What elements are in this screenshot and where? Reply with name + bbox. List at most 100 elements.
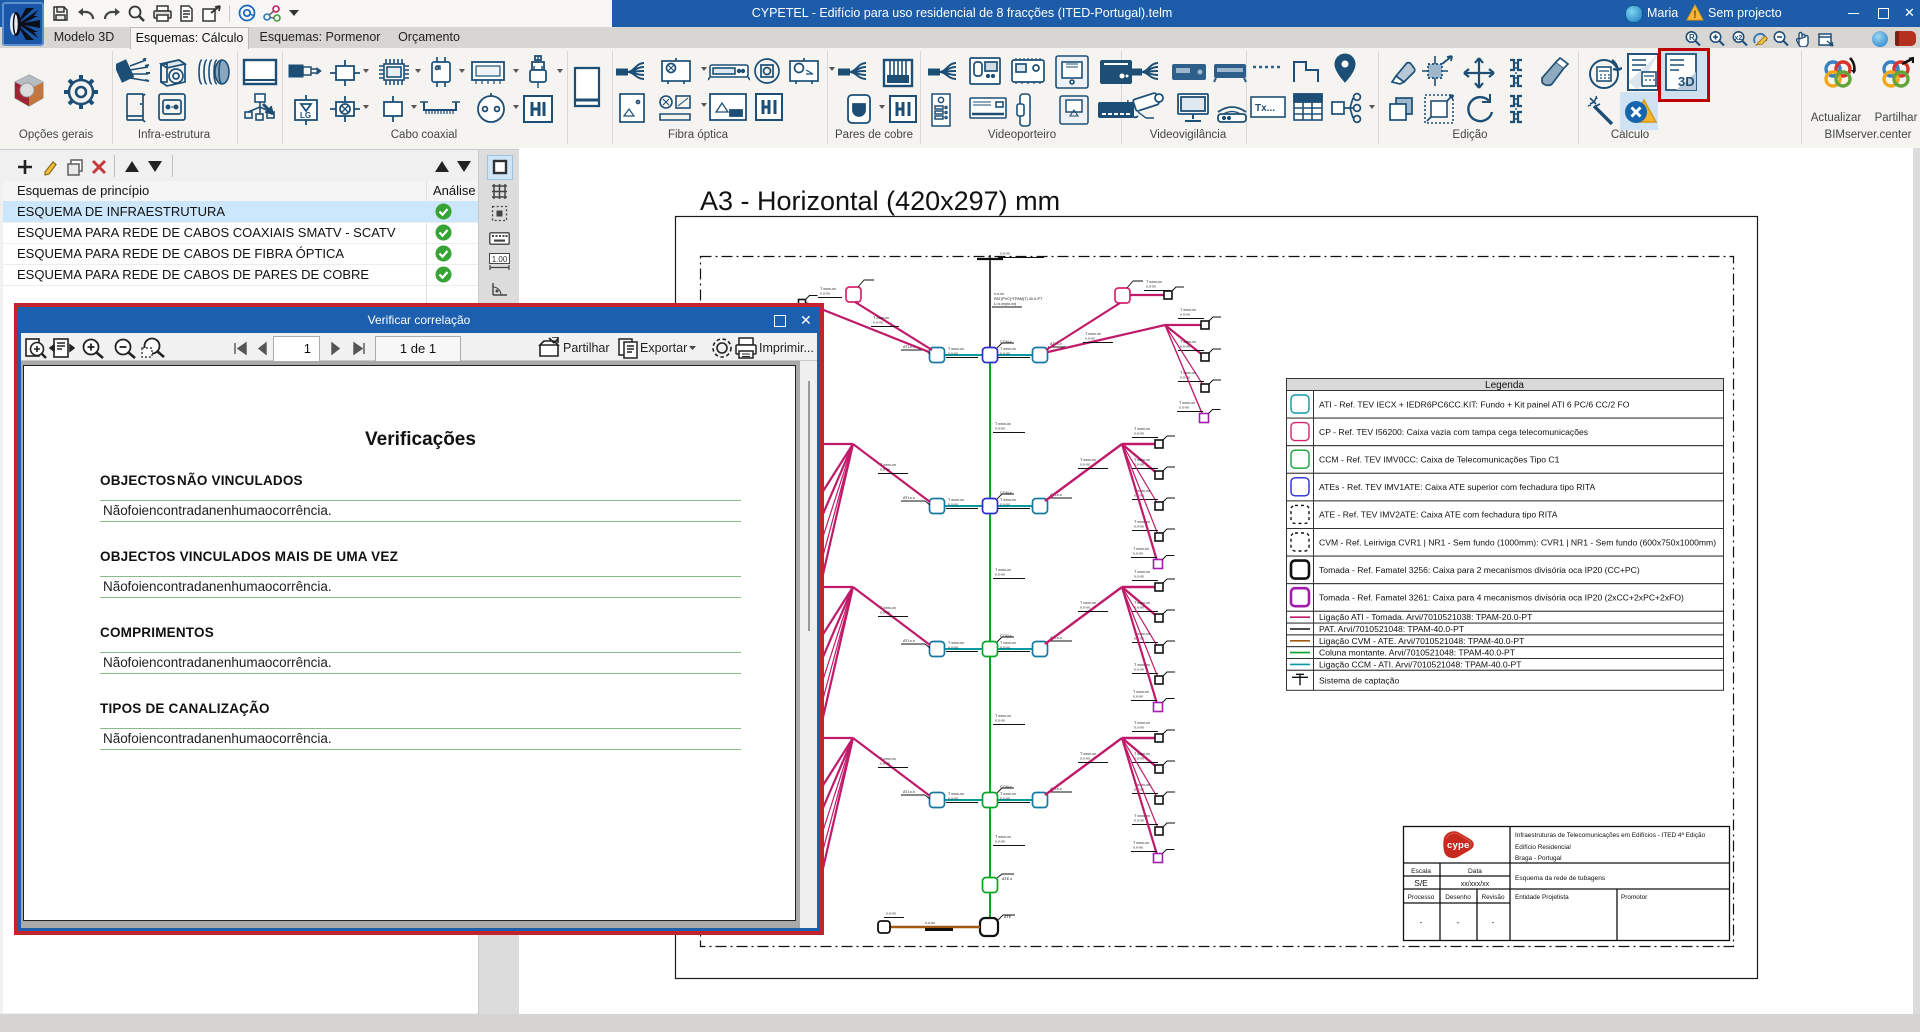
svg-text:ATI-x.x: ATI-x.x [903,496,915,500]
svg-text:ATI-x.x: ATI-x.x [903,639,915,643]
svg-text:T xxxx-xx: T xxxx-xx [1134,663,1150,667]
svg-text:x.x-xx: x.x-xx [1146,285,1156,289]
svg-text:T xxxx-xx: T xxxx-xx [995,835,1011,839]
svg-text:x.x-xx: x.x-xx [880,611,890,615]
svg-text:Esquema da rede de tubagens: Esquema da rede de tubagens [1515,875,1606,882]
svg-text:CCM - Ref. TEV IMV0CC: Caixa d: CCM - Ref. TEV IMV0CC: Caixa de Telecomu… [1319,455,1560,465]
svg-text:x.x-xx: x.x-xx [925,921,935,925]
svg-text:L=x.xx(xx.xx): L=x.xx(xx.xx) [994,302,1017,306]
svg-text:x.x-xx: x.x-xx [1133,695,1143,699]
svg-text:T xxxx-xx: T xxxx-xx [1080,752,1096,756]
svg-text:xx/xxx/xx: xx/xxx/xx [1461,881,1490,888]
svg-text:T xxxx-xx: T xxxx-xx [948,498,964,502]
svg-text:T xxxx-xx: T xxxx-xx [1134,752,1150,756]
svg-text:T xxxx-xx: T xxxx-xx [948,792,964,796]
svg-text:x.x-xx: x.x-xx [1134,525,1144,529]
svg-text:T xxxx-xx: T xxxx-xx [1134,601,1150,605]
svg-text:T xxxx-xx: T xxxx-xx [880,463,896,467]
svg-text:PAT. Arvi/7010521048: TPAM-40.: PAT. Arvi/7010521048: TPAM-40.0-PT [1319,624,1465,634]
svg-text:x.x-xx: x.x-xx [1080,606,1090,610]
svg-text:ATE: ATE [1004,915,1012,919]
svg-text:x.x-xx: x.x-xx [1134,432,1144,436]
svg-text:T xxxx-xx: T xxxx-xx [948,347,964,351]
svg-text:T xxxx-xx: T xxxx-xx [1146,280,1162,284]
svg-text:-: - [1457,918,1460,927]
svg-text:T xxxx-xx: T xxxx-xx [1080,458,1096,462]
svg-text:T xxxx-xx: T xxxx-xx [880,757,896,761]
svg-text:x.x-xx: x.x-xx [1134,726,1144,730]
svg-text:Ligação CCM - ATI. Arvi/701052: Ligação CCM - ATI. Arvi/7010521048: TPAM… [1319,659,1522,669]
svg-text:x.x-xx: x.x-xx [1000,797,1010,801]
svg-text:x.x-xx: x.x-xx [1179,406,1189,410]
svg-text:T xxxx-xx: T xxxx-xx [820,287,836,291]
svg-text:T xxxx-xx: T xxxx-xx [1134,427,1150,431]
svg-text:Braga - Portugal: Braga - Portugal [1515,855,1562,862]
svg-text:x.x-xx: x.x-xx [1000,503,1010,507]
svg-text:T xxxx-xx: T xxxx-xx [1180,371,1196,375]
svg-text:x.x-xx: x.x-xx [995,719,1005,723]
svg-text:Ligação ATI - Tomada. Arvi/701: Ligação ATI - Tomada. Arvi/7010521038: T… [1319,612,1533,622]
svg-text:Escala: Escala [1411,868,1431,875]
svg-text:x.x-xx: x.x-xx [1133,846,1143,850]
svg-text:Revisão: Revisão [1481,894,1505,901]
svg-text:x.x-xx: x.x-xx [948,646,958,650]
svg-text:T xxxx-xx: T xxxx-xx [1179,401,1195,405]
svg-text:-: - [1420,918,1423,927]
svg-text:T xxxx-xx: T xxxx-xx [1000,498,1016,502]
svg-text:Data: Data [1468,868,1482,875]
svg-text:T xxxx-xx: T xxxx-xx [873,316,889,320]
svg-text:Desenho: Desenho [1445,894,1471,901]
svg-text:PAT(PVC)*TPAM(T) 40.0-PT: PAT(PVC)*TPAM(T) 40.0-PT [994,297,1043,301]
svg-text:T xxxx-xx: T xxxx-xx [1000,641,1016,645]
svg-text:CP - Ref. TEV I56200: Caixa va: CP - Ref. TEV I56200: Caixa vazia com ta… [1319,427,1588,437]
svg-text:x.x-xx: x.x-xx [995,840,1005,844]
svg-text:S/E: S/E [1414,878,1428,888]
svg-text:x.x-xx: x.x-xx [948,503,958,507]
svg-text:x.x-xx: x.x-xx [948,352,958,356]
svg-text:Coluna montante. Arvi/70105210: Coluna montante. Arvi/7010521048: TPAM-4… [1319,648,1516,658]
svg-text:x.x-xx: x.x-xx [880,762,890,766]
svg-text:Legenda: Legenda [1485,380,1524,391]
svg-text:T xxxx-xx: T xxxx-xx [1134,520,1150,524]
svg-text:T xxxx-xx: T xxxx-xx [1134,570,1150,574]
svg-text:x.x-xx: x.x-xx [995,573,1005,577]
svg-text:T xxxx-xx: T xxxx-xx [948,641,964,645]
svg-text:ATI - Ref. TEV IECX + IEDR6PC6: ATI - Ref. TEV IECX + IEDR6PC6CC.KIT: Fu… [1319,399,1630,409]
svg-text:x.x-xx: x.x-xx [994,292,1004,296]
svg-text:T xxxx-xx: T xxxx-xx [1080,601,1096,605]
svg-text:Infraestruturas de Telecomunic: Infraestruturas de Telecomunicações em E… [1515,832,1706,839]
svg-text:x.x-xx: x.x-xx [995,427,1005,431]
svg-text:x.x-xx: x.x-xx [1180,345,1190,349]
svg-text:x.x-xx: x.x-xx [1080,757,1090,761]
svg-text:Promotor: Promotor [1621,894,1648,901]
svg-text:Ligação CVM - ATE. Arvi/701052: Ligação CVM - ATE. Arvi/7010521048: TPAM… [1319,636,1525,646]
svg-text:x.x-xx: x.x-xx [1180,376,1190,380]
svg-text:x.x-xx: x.x-xx [1134,819,1144,823]
svg-text:x.x-xx: x.x-xx [1080,463,1090,467]
svg-text:x.x-xx: x.x-xx [1085,337,1095,341]
svg-text:-: - [1492,918,1495,927]
svg-text:x.x-xx: x.x-xx [873,321,883,325]
svg-text:x.x-xx: x.x-xx [1134,575,1144,579]
svg-text:x.x-xx: x.x-xx [880,468,890,472]
svg-text:cype: cype [1447,840,1469,851]
svg-text:T xxxx-xx: T xxxx-xx [1000,792,1016,796]
svg-text:Entidade Projetista: Entidade Projetista [1515,894,1569,901]
svg-text:T xxxx-xx: T xxxx-xx [1134,458,1150,462]
svg-text:T xxxx-xx: T xxxx-xx [1134,721,1150,725]
svg-text:T xxxx-xx: T xxxx-xx [1133,841,1149,845]
svg-text:Sistema de captação: Sistema de captação [1319,675,1399,685]
svg-text:x.x-xx: x.x-xx [1000,352,1010,356]
svg-text:Edifício Residencial: Edifício Residencial [1515,844,1571,851]
svg-text:x.x-xx: x.x-xx [820,292,830,296]
svg-text:T xxxx-xx: T xxxx-xx [1180,308,1196,312]
svg-text:T xxxx-xx: T xxxx-xx [880,606,896,610]
svg-text:T xxxx-xx: T xxxx-xx [1180,340,1196,344]
svg-text:ATEs - Ref. TEV IMV1ATE: Caixa: ATEs - Ref. TEV IMV1ATE: Caixa ATE super… [1319,482,1595,492]
svg-text:ATE - Ref. TEV IMV2ATE: Caixa: ATE - Ref. TEV IMV2ATE: Caixa ATE com fe… [1319,510,1558,520]
svg-text:x.x-xx: x.x-xx [886,912,896,916]
svg-text:T xxxx-xx: T xxxx-xx [1133,547,1149,551]
svg-text:ATI-x.x: ATI-x.x [903,790,915,794]
svg-text:T xxxx-xx: T xxxx-xx [995,568,1011,572]
svg-text:Processo: Processo [1408,894,1435,901]
